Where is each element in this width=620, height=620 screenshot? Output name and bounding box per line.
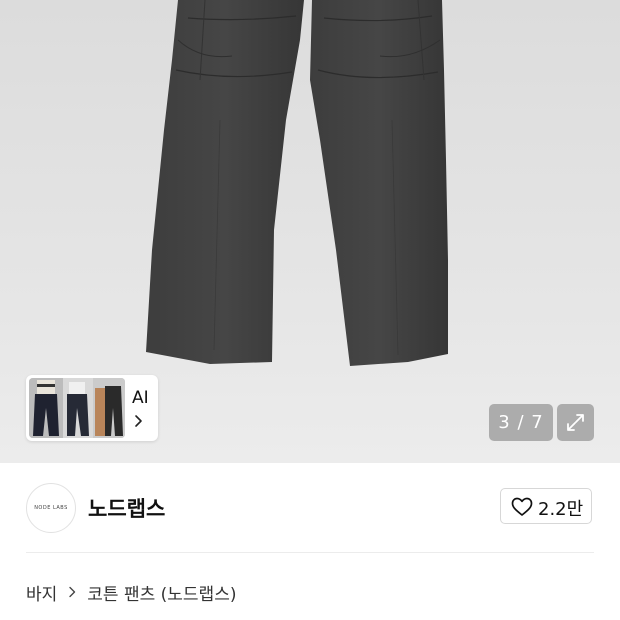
ai-thumbnail [29,378,125,438]
breadcrumb-product: 코튼 팬츠 (노드랩스) [87,584,237,605]
breadcrumb-category[interactable]: 바지 [26,580,57,605]
ai-styling-card[interactable]: AI [26,375,158,441]
divider [26,552,594,553]
brand-name[interactable]: 노드랩스 [88,493,165,523]
image-counter: 3 / 7 [489,404,553,441]
breadcrumb: 바지 코튼 팬츠 (노드랩스) [26,580,237,605]
brand-logo-text: NODE LABS [34,505,68,511]
like-count: 2.2만 [538,499,584,520]
brand-row: NODE LABS 노드랩스 2.2만 [0,463,620,552]
ai-label: AI [132,388,149,408]
expand-button[interactable] [557,404,594,441]
expand-icon [567,414,584,431]
heart-icon [511,497,533,516]
chevron-right-icon [135,415,142,427]
brand-logo[interactable]: NODE LABS [26,483,76,533]
chevron-right-icon [69,586,76,598]
like-button[interactable]: 2.2만 [500,488,592,524]
product-image-gallery[interactable]: AI 3 / 7 [0,0,620,463]
